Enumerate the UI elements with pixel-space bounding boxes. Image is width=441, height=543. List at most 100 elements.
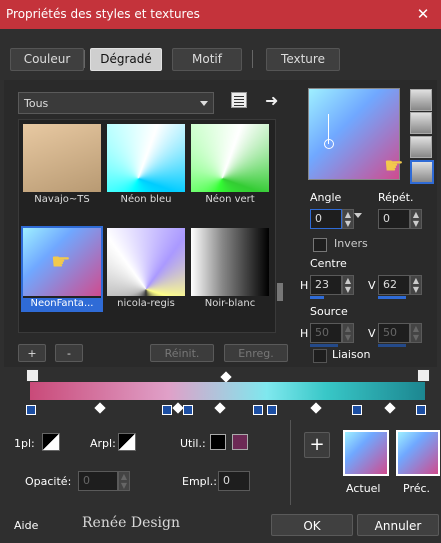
midpoint-marker[interactable] [172,402,184,414]
opacite-input[interactable]: 0 [78,471,118,491]
color-stop[interactable] [352,405,362,415]
arrow-right-icon[interactable]: ➜ [265,91,278,110]
gradient-item[interactable]: nicola-regis [107,228,185,310]
gradient-swatch [23,124,101,192]
util-color-swatch[interactable] [232,434,248,450]
midpoint-marker[interactable] [214,402,226,414]
style-rectangular-button[interactable] [410,112,432,134]
cancel-button[interactable]: Annuler [357,514,439,536]
remove-gradient-button[interactable]: - [55,344,83,362]
repeat-label: Répét. [378,191,414,204]
footer: Aide Renée Design OK Annuler [0,510,441,543]
opacity-stop-right[interactable] [417,369,430,382]
reset-button[interactable]: Réinit. [150,344,214,362]
tab-divider [84,50,85,68]
library-selected: Tous [24,97,49,110]
link-checkbox[interactable] [313,349,327,363]
tab-bar: Couleur Dégradé Motif Texture [4,41,436,75]
center-h-spinner[interactable]: ▲ ▼ [342,275,354,295]
library-icon[interactable] [231,92,247,108]
close-icon[interactable]: ✕ [412,4,434,24]
center-handle[interactable] [324,139,334,149]
previous-label: Préc. [403,482,431,495]
gradient-label: NeonFanta... [23,298,101,312]
center-h-input[interactable]: 23 [310,275,342,295]
angle-spinner[interactable]: ▲ ▼ [342,209,354,229]
color-stop[interactable] [183,405,193,415]
gradient-label: Néon vert [205,194,255,205]
empl-label: Empl.: [182,475,217,488]
gradient-item[interactable]: Néon vert [191,124,269,206]
opacity-type-icon[interactable] [42,433,60,451]
center-v-input[interactable]: 62 [378,275,410,295]
source-v-slider[interactable] [378,344,406,347]
invert-checkbox[interactable] [313,238,327,252]
help-link[interactable]: Aide [14,519,38,532]
chevron-down-icon[interactable] [354,213,362,218]
opacity-stop-label: 1pl: [14,437,35,450]
angle-input[interactable]: 0 [310,209,342,229]
gradient-item-selected[interactable]: ☛ NeonFanta... [21,226,103,312]
midpoint-marker[interactable] [94,402,106,414]
add-gradient-button[interactable]: + [18,344,46,362]
center-h-slider[interactable] [310,296,324,299]
gradient-label: Néon bleu [120,194,172,205]
gradient-swatch [191,228,269,296]
gradient-label: nicola-regis [117,298,175,309]
tab-texture[interactable]: Texture [266,48,340,71]
opacite-label: Opacité: [25,475,72,488]
tab-degrade[interactable]: Dégradé [90,48,162,71]
current-swatch[interactable] [343,430,389,476]
color-stop[interactable] [162,405,172,415]
source-h-spinner[interactable]: ▲ ▼ [342,323,354,343]
list-scrollbar[interactable] [276,119,284,331]
style-sunburst-button[interactable] [410,136,432,158]
color-stop[interactable] [26,405,36,415]
color-stop[interactable] [267,405,277,415]
color-stop[interactable] [253,405,263,415]
repeat-input[interactable]: 0 [378,209,410,229]
scroll-thumb[interactable] [277,283,283,301]
tab-motif[interactable]: Motif [172,48,242,71]
source-v-label: V [368,327,376,340]
arpl-type-icon[interactable] [118,433,136,451]
window-title: Propriétés des styles et textures [6,7,200,21]
util-color-black[interactable] [210,434,226,450]
gradient-bar[interactable] [30,382,425,400]
center-label: Centre [310,257,347,270]
angle-label: Angle [310,191,342,204]
library-dropdown[interactable]: Tous [18,92,214,114]
opacity-stop-left[interactable] [26,369,39,382]
tab-couleur[interactable]: Couleur [10,48,84,71]
ok-button[interactable]: OK [271,514,353,536]
util-label: Util.: [180,437,206,450]
previous-swatch[interactable] [396,430,440,476]
source-h-slider[interactable] [310,344,338,347]
center-v-label: V [368,279,376,292]
source-v-spinner[interactable]: ▲ ▼ [410,323,422,343]
source-h-label: H [300,327,309,340]
repeat-spinner[interactable]: ▲ ▼ [410,209,422,229]
opacite-spinner[interactable]: ▲ ▼ [118,471,130,491]
style-linear-button[interactable] [410,89,432,111]
divider [290,420,291,505]
save-button[interactable]: Enreg. [224,344,288,362]
color-stop[interactable] [416,405,426,415]
gradient-label: Navajo~TS [34,194,90,205]
gradient-item[interactable]: Navajo~TS [23,124,101,206]
gradient-swatch [107,228,185,296]
gradient-list: Navajo~TS Néon bleu Néon vert ☛ NeonFant… [18,119,276,333]
gradient-item[interactable]: Noir-blanc [191,228,269,310]
center-v-spinner[interactable]: ▲ ▼ [410,275,422,295]
tab-divider [252,50,253,68]
style-radial-button[interactable] [410,160,434,184]
midpoint-marker[interactable] [310,402,322,414]
source-v-input[interactable]: 50 [378,323,410,343]
gradient-item[interactable]: Néon bleu [107,124,185,206]
opacity-midpoint[interactable] [220,371,232,383]
midpoint-marker[interactable] [384,402,396,414]
empl-input[interactable]: 0 [218,471,250,491]
center-v-slider[interactable] [378,296,406,299]
add-swatch-button[interactable]: + [304,432,330,458]
source-h-input[interactable]: 50 [310,323,342,343]
